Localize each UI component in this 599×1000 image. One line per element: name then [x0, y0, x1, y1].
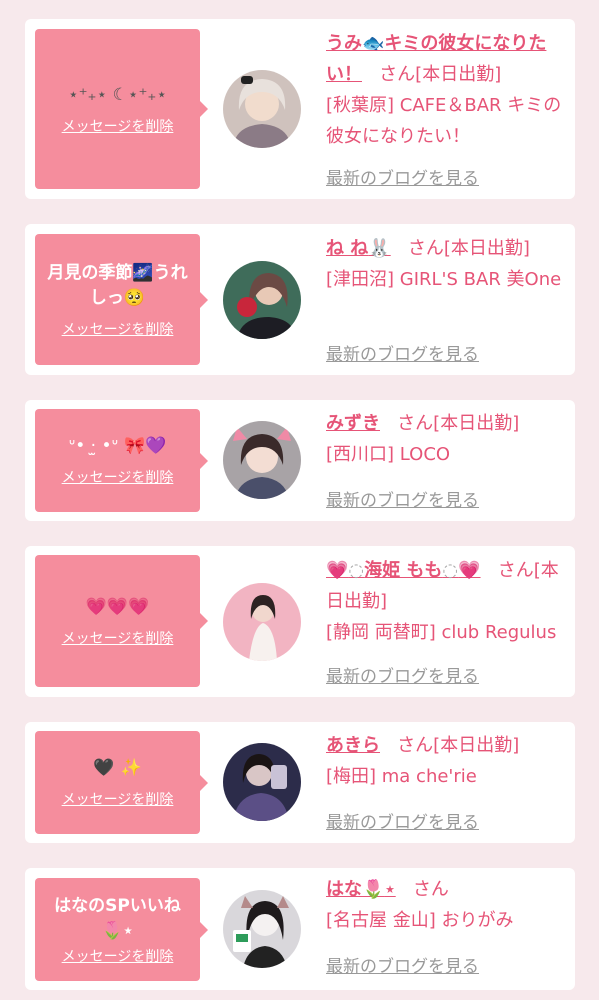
- black-heart-icon: 🖤: [93, 758, 115, 778]
- girl-info: みずき さん[本日出勤] [西川口] LOCO: [326, 408, 566, 470]
- shop-name: [名古屋 金山] おりがみ: [326, 910, 514, 931]
- bubbles-icon: ◌: [442, 560, 459, 581]
- latest-blog-link[interactable]: 最新のブログを見る: [326, 808, 479, 833]
- avatar[interactable]: [223, 261, 301, 339]
- girl-name-link[interactable]: はな🌷⋆: [326, 879, 396, 900]
- girl-info: うみ🐟キミの彼女になりたい！ さん[本日出勤] [秋葉原] CAFE＆BAR キ…: [326, 28, 566, 152]
- girl-info: あきら さん[本日出勤] [梅田] ma che'rie: [326, 730, 566, 792]
- tulip-icon: 🌷: [101, 920, 123, 941]
- girl-info: 💗◌海姫 もも◌💗 さん[本日出勤] [静岡 両替町] club Regulus: [326, 555, 566, 648]
- avatar[interactable]: [223, 743, 301, 821]
- girl-name-link[interactable]: みずき: [326, 413, 380, 434]
- avatar[interactable]: [223, 70, 301, 148]
- message-card: ⋆⁺₊⋆ ☾⋆⁺₊⋆ メッセージを削除 うみ🐟キミの彼女になりたい！ さん[本日…: [25, 19, 575, 199]
- shop-name: [津田沼] GIRL'S BAR 美One: [326, 269, 562, 290]
- delete-message-link[interactable]: メッセージを削除: [62, 628, 174, 648]
- tulip-icon: 🌷: [362, 879, 385, 900]
- message-text: ᐡ• ·̫ •ᐡ 🎀💜: [68, 436, 167, 456]
- message-list: ⋆⁺₊⋆ ☾⋆⁺₊⋆ メッセージを削除 うみ🐟キミの彼女になりたい！ さん[本日…: [0, 0, 599, 1000]
- san-label: さん: [379, 64, 416, 85]
- ribbon-heart-icon: 🎀💜: [124, 436, 167, 456]
- message-card: 💗💗💗 メッセージを削除 💗◌海姫 もも◌💗 さん[本日出勤] [静岡 両替町]…: [25, 546, 575, 697]
- avatar-photo: [223, 261, 301, 339]
- delete-message-link[interactable]: メッセージを削除: [62, 789, 174, 809]
- shop-name: [梅田] ma che'rie: [326, 766, 477, 787]
- message-text: 🖤 ✨: [93, 756, 141, 781]
- avatar[interactable]: [223, 890, 301, 968]
- latest-blog-link[interactable]: 最新のブログを見る: [326, 952, 479, 977]
- sparkles-icon: ✨: [120, 758, 142, 778]
- message-bubble: 💗💗💗 メッセージを削除: [35, 555, 208, 687]
- latest-blog-link[interactable]: 最新のブログを見る: [326, 340, 479, 365]
- latest-blog-link[interactable]: 最新のブログを見る: [326, 662, 479, 687]
- girl-name-link[interactable]: 💗◌海姫 もも◌💗: [326, 560, 481, 581]
- girl-name-link[interactable]: ね ね🐰: [326, 238, 391, 259]
- san-label: さん: [412, 879, 449, 900]
- message-card: はなのSPいいね 🌷⋆ メッセージを削除 はな🌷⋆ さん [名古屋 金山] おりが…: [25, 868, 575, 990]
- message-text: 💗💗💗: [85, 596, 150, 617]
- heart-icon: 💗: [458, 560, 481, 581]
- message-card: 月見の季節🌌うれしっ🥺 メッセージを削除 ね ね🐰 さん[本日出勤] [津田沼]…: [25, 224, 575, 375]
- latest-blog-link[interactable]: 最新のブログを見る: [326, 486, 479, 511]
- message-bubble: ᐡ• ·̫ •ᐡ 🎀💜 メッセージを削除: [35, 409, 208, 512]
- message-bubble: 月見の季節🌌うれしっ🥺 メッセージを削除: [35, 234, 208, 365]
- avatar-photo: [223, 70, 301, 148]
- shop-name: [秋葉原] CAFE＆BAR キミの彼女になりたい！: [326, 95, 562, 147]
- message-bubble: ⋆⁺₊⋆ ☾⋆⁺₊⋆ メッセージを削除: [35, 29, 208, 189]
- pleading-face-icon: 🥺: [123, 287, 146, 308]
- shift-status: [本日出勤]: [415, 64, 502, 85]
- delete-message-link[interactable]: メッセージを削除: [62, 467, 174, 487]
- avatar-photo: [223, 743, 301, 821]
- rabbit-icon: 🐰: [368, 238, 391, 259]
- shift-status: [本日出勤]: [443, 238, 530, 259]
- avatar-photo: [223, 890, 301, 968]
- san-label: さん: [397, 735, 434, 756]
- avatar-photo: [223, 421, 301, 499]
- avatar[interactable]: [223, 583, 301, 661]
- delete-message-link[interactable]: メッセージを削除: [62, 116, 174, 136]
- message-text: ⋆⁺₊⋆ ☾⋆⁺₊⋆: [67, 84, 168, 105]
- avatar-photo: [223, 583, 301, 661]
- delete-message-link[interactable]: メッセージを削除: [62, 946, 174, 966]
- night-sky-icon: 🌌: [132, 262, 154, 283]
- delete-message-link[interactable]: メッセージを削除: [62, 319, 174, 339]
- girl-name-link[interactable]: あきら: [326, 735, 380, 756]
- message-text: 月見の季節🌌うれしっ🥺: [47, 262, 188, 308]
- message-card: 🖤 ✨ メッセージを削除 あきら さん[本日出勤] [梅田] ma che'ri…: [25, 722, 575, 843]
- shop-name: [静岡 両替町] club Regulus: [326, 622, 557, 643]
- girl-info: はな🌷⋆ さん [名古屋 金山] おりがみ: [326, 874, 566, 936]
- message-text: はなのSPいいね 🌷⋆: [54, 895, 181, 941]
- latest-blog-link[interactable]: 最新のブログを見る: [326, 164, 479, 189]
- fish-icon: 🐟: [362, 33, 385, 54]
- message-card: ᐡ• ·̫ •ᐡ 🎀💜 メッセージを削除 みずき さん[本日出勤] [西川口] …: [25, 400, 575, 521]
- message-bubble: 🖤 ✨ メッセージを削除: [35, 731, 208, 834]
- shift-status: [本日出勤]: [433, 735, 520, 756]
- heart-icon: 💗: [326, 560, 349, 581]
- san-label: さん: [497, 560, 534, 581]
- avatar[interactable]: [223, 421, 301, 499]
- san-label: さん: [397, 413, 434, 434]
- message-bubble: はなのSPいいね 🌷⋆ メッセージを削除: [35, 878, 208, 981]
- san-label: さん: [407, 238, 444, 259]
- bubbles-icon: ◌: [348, 560, 365, 581]
- shop-name: [西川口] LOCO: [326, 444, 451, 465]
- shift-status: [本日出勤]: [433, 413, 520, 434]
- girl-info: ね ね🐰 さん[本日出勤] [津田沼] GIRL'S BAR 美One: [326, 233, 566, 295]
